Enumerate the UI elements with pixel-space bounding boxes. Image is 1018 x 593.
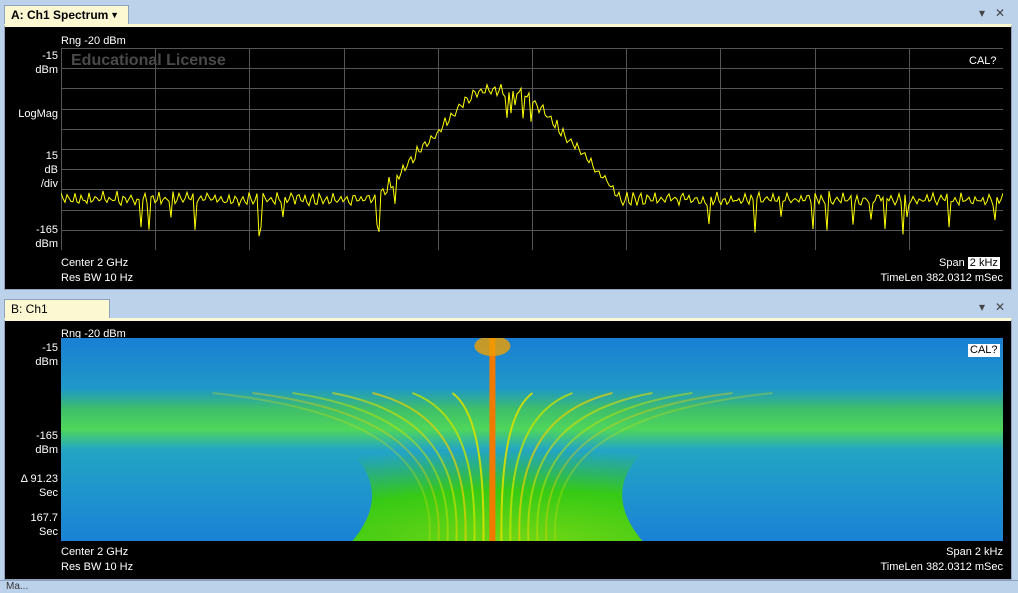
spectrogram-display[interactable]: Rng -20 dBm -15 dBm -165 dBm Δ 91.23 Sec…: [4, 318, 1012, 580]
y-bottom-unit: dBm: [35, 238, 58, 250]
panel-a-tabbar: A: Ch1 Spectrum ▼ ▾ ✕: [0, 0, 1018, 24]
cal-status: CAL?: [969, 55, 997, 67]
y-bottom-value: -165: [35, 224, 58, 236]
panel-b: B: Ch1 Spectrum ▾ ✕ Rng -20 dBm -15 dBm …: [0, 294, 1018, 580]
span-text: Span: [939, 257, 965, 269]
center-frequency[interactable]: Center 2 GHz: [61, 257, 128, 270]
panel-a: A: Ch1 Spectrum ▼ ▾ ✕ Rng -20 dBm -15 dB…: [0, 0, 1018, 290]
watermark: Educational License: [71, 52, 226, 69]
spectrogram-plot[interactable]: [61, 338, 1003, 541]
panel-b-tabbar: B: Ch1 Spectrum ▾ ✕: [0, 294, 1018, 335]
carrier-line: [489, 338, 496, 541]
y-top-unit: dBm: [35, 356, 58, 368]
span-value-field[interactable]: 2 kHz: [967, 257, 1000, 269]
bottom-tab-label[interactable]: Ma...: [6, 581, 28, 592]
scale-div-value: 15: [45, 150, 58, 162]
time-unit: Sec: [39, 526, 58, 538]
tab-a-ch1-spectrum[interactable]: A: Ch1 Spectrum ▼: [4, 5, 129, 24]
tab-dropdown-icon[interactable]: ▼: [110, 6, 119, 25]
panel-a-dropdown-icon[interactable]: ▾: [979, 6, 985, 20]
y-top-value: -15: [42, 50, 58, 62]
spectrum-display[interactable]: Rng -20 dBm -15 dBm LogMag 15 dB /div -1…: [4, 24, 1012, 290]
time-length[interactable]: TimeLen 382.0312 mSec: [825, 561, 1004, 574]
panel-b-close-icon[interactable]: ✕: [995, 300, 1005, 314]
span[interactable]: Span 2 kHz: [825, 546, 1003, 559]
y-top-value: -15: [42, 342, 58, 354]
tab-a-label: A: Ch1 Spectrum: [11, 8, 109, 22]
y-bottom-value: -165: [35, 430, 58, 442]
scale-mode: LogMag: [18, 108, 58, 120]
time-value: 167.7: [30, 512, 58, 524]
resolution-bandwidth[interactable]: Res BW 10 Hz: [61, 561, 133, 574]
y-top-unit: dBm: [35, 64, 58, 76]
panel-a-close-icon[interactable]: ✕: [995, 6, 1005, 20]
tab-b-ch1-spectrum[interactable]: B: Ch1 Spectrum: [4, 299, 110, 335]
delta-time-unit: Sec: [39, 487, 58, 499]
y-bottom-unit: dBm: [35, 444, 58, 456]
span-label: Span 2 kHz: [939, 257, 1000, 270]
bottom-tabbar: Ma...: [0, 580, 1018, 593]
resolution-bandwidth[interactable]: Res BW 10 Hz: [61, 272, 133, 285]
scale-div-unit: dB: [44, 164, 58, 176]
scale-div-suffix: /div: [40, 178, 58, 190]
delta-time-value: Δ 91.23: [20, 473, 58, 485]
center-frequency[interactable]: Center 2 GHz: [61, 546, 128, 559]
spectrum-plot[interactable]: [61, 48, 1003, 250]
time-length[interactable]: TimeLen 382.0312 mSec: [825, 272, 1004, 285]
range-label: Rng -20 dBm: [61, 35, 126, 47]
cal-status: CAL?: [968, 344, 1000, 357]
panel-b-dropdown-icon[interactable]: ▾: [979, 300, 985, 314]
